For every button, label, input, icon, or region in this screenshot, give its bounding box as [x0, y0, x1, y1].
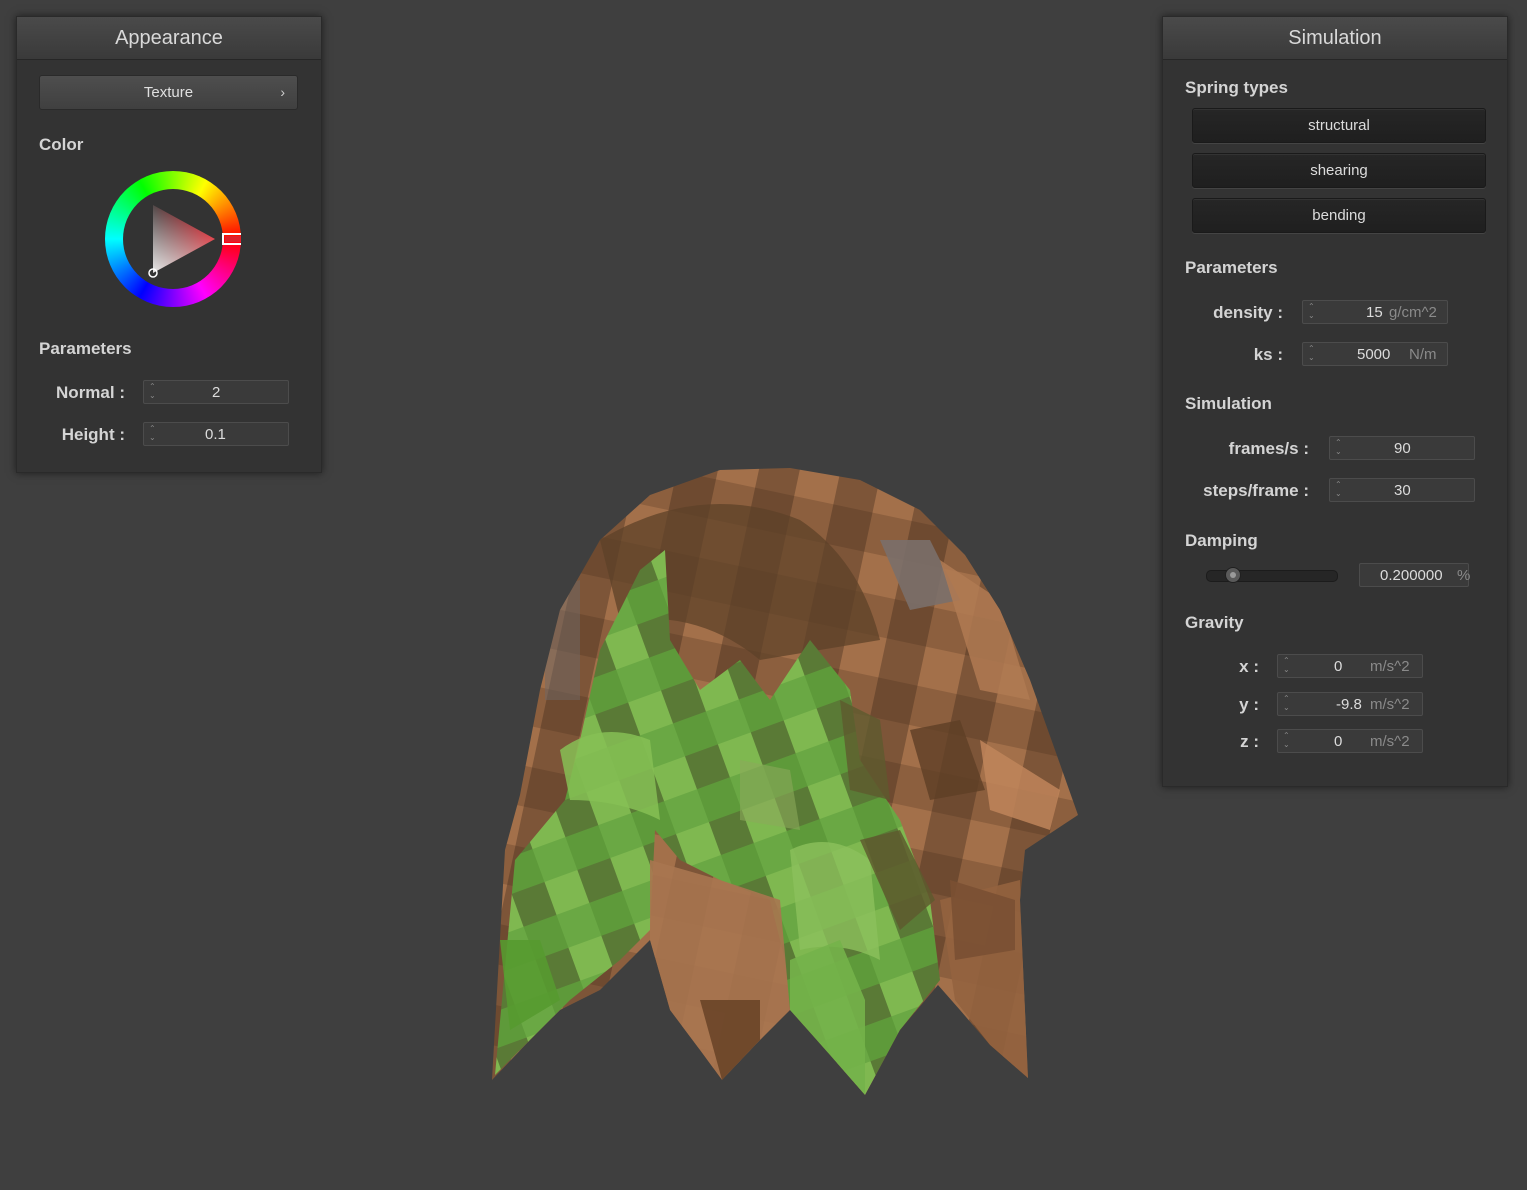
damping-input[interactable]: 0.200000 %	[1359, 563, 1470, 587]
density-input[interactable]: ⌃ ⌄ 15 g/cm^2	[1302, 300, 1448, 324]
appearance-title: Appearance	[17, 17, 321, 60]
simulation-panel: Simulation Spring types structural shear…	[1162, 16, 1508, 787]
appearance-panel: Appearance Texture › Color Parameters No…	[16, 16, 322, 473]
spinner-icon[interactable]: ⌃ ⌄	[1308, 302, 1316, 320]
color-wheel[interactable]	[105, 171, 241, 307]
spring-types-label: Spring types	[1185, 78, 1288, 97]
ks-input[interactable]: ⌃ ⌄ 5000 N/m	[1302, 342, 1448, 366]
color-triangle[interactable]	[105, 171, 241, 307]
damping-slider-knob[interactable]	[1225, 567, 1241, 583]
spinner-icon[interactable]: ⌃ ⌄	[1283, 694, 1291, 712]
sim-label: Simulation	[1185, 394, 1272, 413]
texture-button-label: Texture	[143, 84, 194, 101]
spinner-icon[interactable]: ⌃ ⌄	[1335, 480, 1343, 498]
normal-input[interactable]: ⌃ ⌄ 2	[143, 380, 289, 404]
spinner-icon[interactable]: ⌃ ⌄	[1283, 656, 1291, 674]
simulation-title: Simulation	[1163, 17, 1507, 60]
shearing-button[interactable]: shearing	[1192, 153, 1486, 188]
texture-button[interactable]: Texture ›	[39, 75, 298, 110]
gravity-z-input[interactable]: ⌃ ⌄ 0 m/s^2	[1277, 729, 1423, 753]
gravity-y-input[interactable]: ⌃ ⌄ -9.8 m/s^2	[1277, 692, 1423, 716]
steps-label: steps/frame :	[1203, 481, 1309, 500]
steps-input[interactable]: ⌃ ⌄ 30	[1329, 478, 1475, 502]
gravity-x-label: x :	[1239, 657, 1259, 676]
fps-input[interactable]: ⌃ ⌄ 90	[1329, 436, 1475, 460]
spinner-icon[interactable]: ⌃ ⌄	[1308, 344, 1316, 362]
height-input[interactable]: ⌃ ⌄ 0.1	[143, 422, 289, 446]
structural-button[interactable]: structural	[1192, 108, 1486, 143]
gravity-label: Gravity	[1185, 613, 1244, 632]
color-label: Color	[39, 135, 84, 154]
damping-slider[interactable]	[1206, 567, 1338, 583]
ks-label: ks :	[1253, 345, 1283, 364]
fps-label: frames/s :	[1228, 439, 1309, 458]
spinner-icon[interactable]: ⌃ ⌄	[149, 382, 157, 400]
bending-button[interactable]: bending	[1192, 198, 1486, 233]
spinner-icon[interactable]: ⌃ ⌄	[149, 424, 157, 442]
spinner-icon[interactable]: ⌃ ⌄	[1335, 438, 1343, 456]
chevron-right-icon: ›	[280, 84, 285, 100]
cloth-mesh	[492, 468, 1078, 1095]
normal-label: Normal :	[56, 383, 125, 402]
height-label: Height :	[61, 425, 125, 444]
appearance-params-label: Parameters	[39, 339, 132, 358]
spinner-icon[interactable]: ⌃ ⌄	[1283, 731, 1291, 749]
sim-params-label: Parameters	[1185, 258, 1278, 277]
gravity-y-label: y :	[1239, 695, 1259, 714]
gravity-z-label: z :	[1240, 732, 1259, 751]
density-label: density :	[1213, 303, 1283, 322]
damping-label: Damping	[1185, 531, 1258, 550]
gravity-x-input[interactable]: ⌃ ⌄ 0 m/s^2	[1277, 654, 1423, 678]
